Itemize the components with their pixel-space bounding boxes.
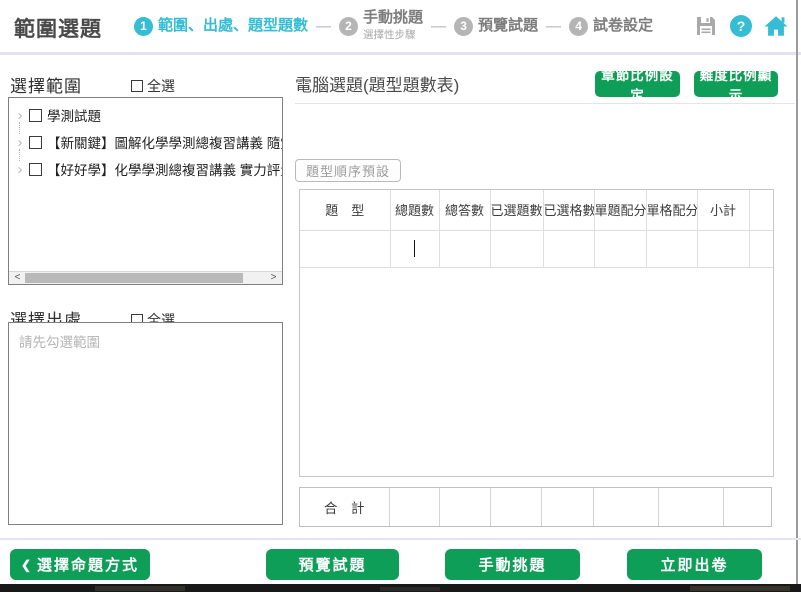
chevron-left-icon: ❮ (21, 558, 31, 572)
exam-builder-window: 範圍選題 1 範圍、出處、題型題數 — 2 手動挑題 選擇性步驟 — 3 預覽試… (0, 0, 801, 592)
step-3-label: 預覽試題 (478, 18, 538, 35)
scrollbar-thumb[interactable] (25, 273, 243, 283)
step-3-badge: 3 (454, 17, 473, 36)
step-4-label: 試卷設定 (593, 18, 653, 35)
tree-item-label: 【好好學】化學學測總複習講義 實力評量 (47, 159, 282, 179)
tree-item-exam-questions[interactable]: › 學測試題 (9, 102, 282, 128)
range-select-all[interactable]: 全選 (131, 76, 175, 96)
question-type-table: 題 型 總題數 總答數 已選題數 已選格數 單題配分 單格配分 小計 (299, 189, 774, 477)
table-header-row: 題 型 總題數 總答數 已選題數 已選格數 單題配分 單格配分 小計 (300, 190, 773, 230)
cell-total-questions-input[interactable] (390, 230, 439, 267)
help-icon[interactable]: ? (728, 13, 754, 39)
expand-icon[interactable]: › (13, 107, 27, 124)
total-cell (658, 488, 723, 526)
difficulty-ratio-button[interactable]: 難度比例顯示 (694, 71, 778, 97)
expand-icon[interactable]: › (13, 134, 27, 151)
tree-item-label: 學測試題 (47, 105, 101, 125)
tree-item-new-key-book[interactable]: › 【新關鍵】圖解化學學測總複習講義 隨堂 (9, 129, 282, 155)
header-divider (0, 52, 801, 55)
col-header-points-per-question: 單題配分 (594, 190, 646, 230)
cell-selected-blanks[interactable] (543, 230, 594, 267)
col-header-empty (749, 190, 773, 230)
expand-icon[interactable]: › (13, 161, 27, 178)
step-dash: — (316, 18, 331, 35)
type-order-preset-button[interactable]: 題型順序預設 (295, 159, 401, 182)
step-1-label: 範圍、出處、題型題數 (158, 18, 308, 35)
step-4-paper-settings[interactable]: 4 試卷設定 (569, 17, 653, 36)
col-header-type: 題 型 (300, 190, 390, 230)
scroll-right-icon[interactable]: > (267, 272, 280, 284)
cell-type[interactable] (300, 230, 390, 267)
header: 範圍選題 1 範圍、出處、題型題數 — 2 手動挑題 選擇性步驟 — 3 預覽試… (0, 0, 801, 52)
tree-item-checkbox[interactable] (29, 109, 42, 122)
home-icon[interactable] (763, 13, 789, 39)
content-bottom-divider (0, 538, 801, 540)
cell-subtotal[interactable] (697, 230, 749, 267)
col-header-subtotal: 小計 (697, 190, 749, 230)
step-2-manual-pick[interactable]: 2 手動挑題 選擇性步驟 (339, 10, 423, 43)
total-cell (439, 488, 490, 526)
total-row: 合 計 (300, 488, 771, 526)
range-select-all-checkbox[interactable] (131, 80, 143, 92)
col-header-total-answers: 總答數 (439, 190, 490, 230)
page-title: 範圍選題 (14, 13, 102, 43)
total-cell (541, 488, 593, 526)
back-to-method-button[interactable]: ❮ 選擇命題方式 (10, 549, 150, 580)
tree-item-checkbox[interactable] (29, 163, 42, 176)
step-1-range[interactable]: 1 範圍、出處、題型題數 (134, 17, 308, 36)
step-2-badge: 2 (339, 17, 358, 36)
save-icon[interactable] (693, 13, 719, 39)
total-label-cell: 合 計 (300, 488, 389, 526)
computer-pick-title: 電腦選題(題型題數表) (295, 71, 459, 96)
manual-pick-button[interactable]: 手動挑題 (445, 549, 580, 580)
stepper: 1 範圍、出處、題型題數 — 2 手動挑題 選擇性步驟 — 3 預覽試題 — 4… (134, 0, 653, 52)
total-cell (490, 488, 541, 526)
tree-item-study-well-book[interactable]: › 【好好學】化學學測總複習講義 實力評量 (9, 156, 282, 182)
horizontal-scrollbar[interactable]: < > (9, 271, 282, 284)
cell-points-per-blank[interactable] (646, 230, 697, 267)
help-glyph: ? (730, 15, 752, 37)
step-2-label: 手動挑題 (363, 10, 423, 27)
window-right-border (796, 0, 798, 584)
back-button-label: 選擇命題方式 (37, 554, 139, 575)
preview-questions-button[interactable]: 預覽試題 (266, 549, 399, 580)
total-cell (723, 488, 771, 526)
cell-total-answers[interactable] (439, 230, 490, 267)
header-icons: ? (693, 0, 789, 52)
total-cell (389, 488, 439, 526)
cell-selected-questions[interactable] (490, 230, 543, 267)
step-3-preview[interactable]: 3 預覽試題 (454, 17, 538, 36)
table-row (300, 230, 773, 267)
col-header-selected-questions: 已選題數 (490, 190, 543, 230)
tree-item-checkbox[interactable] (29, 136, 42, 149)
range-section-title: 選擇範圍 (10, 72, 82, 97)
generate-paper-button[interactable]: 立即出卷 (627, 549, 762, 580)
source-placeholder: 請先勾選範圍 (19, 331, 100, 351)
cell-points-per-question[interactable] (594, 230, 646, 267)
col-header-points-per-blank: 單格配分 (646, 190, 697, 230)
range-select-all-label: 全選 (147, 76, 175, 96)
text-caret (414, 240, 416, 257)
step-dash: — (431, 18, 446, 35)
step-4-badge: 4 (569, 17, 588, 36)
scroll-left-icon[interactable]: < (11, 272, 24, 284)
step-1-badge: 1 (134, 17, 153, 36)
total-row-table: 合 計 (299, 487, 772, 527)
col-header-total-questions: 總題數 (390, 190, 439, 230)
total-cell (593, 488, 658, 526)
range-tree[interactable]: › 學測試題 › 【新關鍵】圖解化學學測總複習講義 隨堂 › 【好好學】化學學測… (8, 97, 283, 285)
section-divider (295, 103, 795, 104)
step-2-sublabel: 選擇性步驟 (363, 27, 423, 42)
source-list[interactable]: 請先勾選範圍 (8, 322, 283, 525)
step-dash: — (546, 18, 561, 35)
cell-empty (749, 230, 773, 267)
taskbar-strip (0, 584, 801, 592)
chapter-ratio-button[interactable]: 章節比例設定 (595, 71, 680, 97)
col-header-selected-blanks: 已選格數 (543, 190, 594, 230)
tree-item-label: 【新關鍵】圖解化學學測總複習講義 隨堂 (47, 132, 282, 152)
